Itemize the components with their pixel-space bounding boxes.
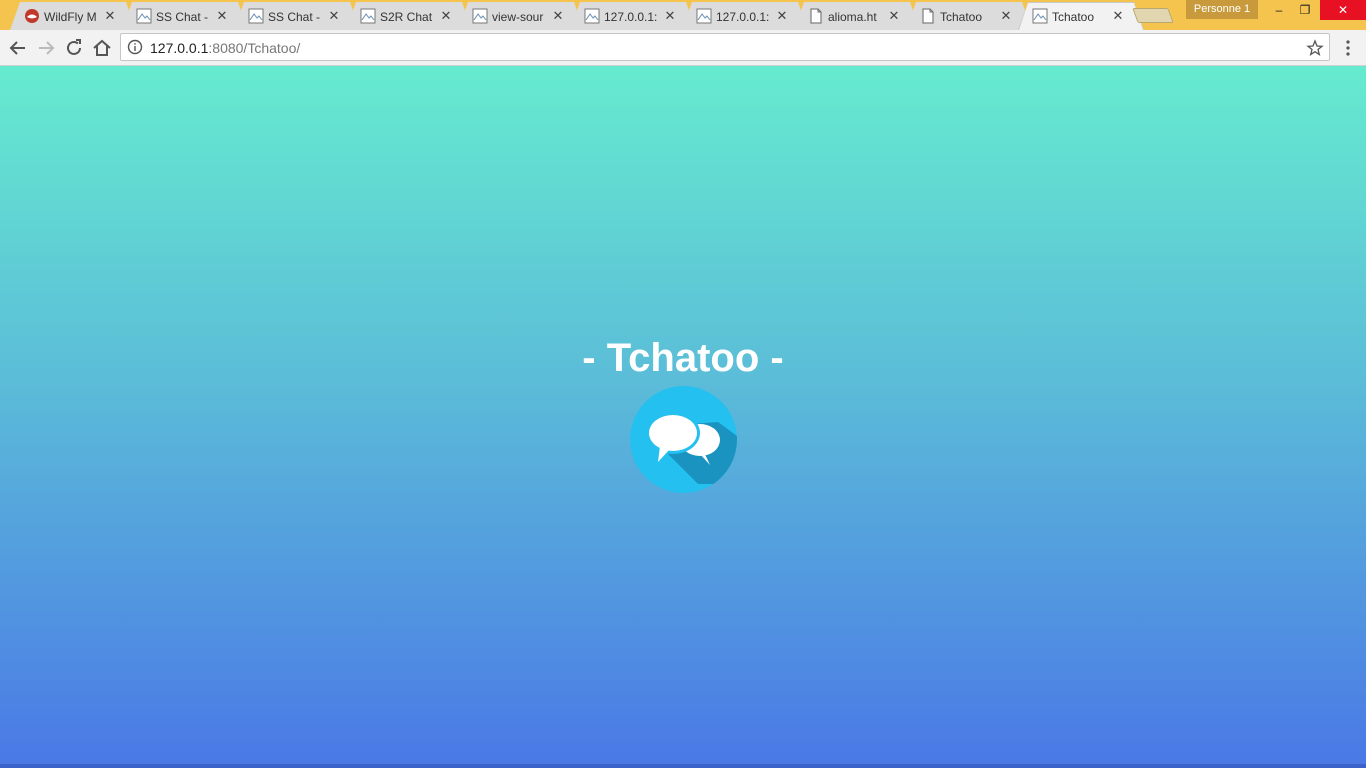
document-icon: [922, 8, 934, 24]
tab-label: SS Chat -: [156, 10, 209, 24]
tab-close-icon[interactable]: ✕: [438, 8, 454, 24]
page-title: - Tchatoo -: [582, 336, 784, 380]
forward-arrow-icon[interactable]: [34, 36, 58, 60]
back-arrow-icon[interactable]: [6, 36, 30, 60]
tab-close-icon[interactable]: ✕: [774, 8, 790, 24]
tab-ss-chat-1[interactable]: SS Chat - ✕: [122, 2, 248, 30]
page-thumbnail-icon: [136, 8, 152, 24]
tab-alioma[interactable]: alioma.ht ✕: [794, 2, 920, 30]
tab-label: S2R Chat: [380, 10, 433, 24]
tab-label: alioma.ht: [828, 10, 877, 24]
browser-toolbar: 127.0.0.1:8080/Tchatoo/: [0, 30, 1366, 66]
tab-label: 127.0.0.1:: [716, 10, 770, 24]
tab-strip: WildFly M ✕ SS Chat - ✕ SS Chat - ✕ S2R …: [10, 2, 1190, 30]
tab-close-icon[interactable]: ✕: [214, 8, 230, 24]
home-icon[interactable]: [90, 36, 114, 60]
new-tab-button[interactable]: [1132, 8, 1174, 23]
page-thumbnail-icon: [696, 8, 712, 24]
bookmark-star-icon[interactable]: [1306, 39, 1324, 57]
info-icon[interactable]: [127, 39, 143, 55]
page-thumbnail-icon: [248, 8, 264, 24]
browser-titlebar: WildFly M ✕ SS Chat - ✕ SS Chat - ✕ S2R …: [0, 0, 1366, 30]
chat-bubbles-icon: [630, 386, 737, 493]
minimize-button[interactable]: –: [1266, 0, 1292, 20]
tab-view-source[interactable]: view-sour ✕: [458, 2, 584, 30]
tab-label: Tchatoo: [1052, 10, 1095, 24]
address-url[interactable]: 127.0.0.1:8080/Tchatoo/: [150, 40, 300, 56]
page-content: - Tchatoo -: [0, 66, 1366, 768]
page-thumbnail-icon: [360, 8, 376, 24]
tab-ss-chat-2[interactable]: SS Chat - ✕: [234, 2, 360, 30]
document-icon: [810, 8, 822, 24]
restore-button[interactable]: ❐: [1292, 0, 1318, 20]
tab-label: SS Chat -: [268, 10, 321, 24]
menu-dots-icon[interactable]: [1340, 36, 1356, 60]
page-thumbnail-icon: [584, 8, 600, 24]
profile-button[interactable]: Personne 1: [1186, 0, 1258, 19]
url-path: :8080/Tchatoo/: [208, 40, 301, 56]
tab-close-icon[interactable]: ✕: [326, 8, 342, 24]
tab-localhost-2[interactable]: 127.0.0.1: ✕: [682, 2, 808, 30]
tab-close-icon[interactable]: ✕: [550, 8, 566, 24]
tab-label: Tchatoo: [940, 10, 983, 24]
tab-tchatoo-doc[interactable]: Tchatoo ✕: [906, 2, 1032, 30]
taskbar-edge: [0, 764, 1366, 768]
tab-label: view-sour: [492, 10, 544, 24]
tab-s2r-chat[interactable]: S2R Chat ✕: [346, 2, 472, 30]
tab-close-icon[interactable]: ✕: [886, 8, 902, 24]
close-window-button[interactable]: ✕: [1320, 0, 1366, 20]
tab-tchatoo-active[interactable]: Tchatoo ✕: [1018, 2, 1144, 30]
tab-label: WildFly M: [44, 10, 97, 24]
tab-wildfly[interactable]: WildFly M ✕: [10, 2, 136, 30]
tab-label: 127.0.0.1:: [604, 10, 658, 24]
page-thumbnail-icon: [472, 8, 488, 24]
tab-close-icon[interactable]: ✕: [102, 8, 118, 24]
tab-localhost-1[interactable]: 127.0.0.1: ✕: [570, 2, 696, 30]
tab-close-icon[interactable]: ✕: [1110, 8, 1126, 24]
reload-icon[interactable]: [62, 36, 86, 60]
wildfly-icon: [25, 9, 39, 23]
tab-close-icon[interactable]: ✕: [662, 8, 678, 24]
page-thumbnail-icon: [1032, 8, 1048, 24]
url-host: 127.0.0.1: [150, 40, 209, 56]
tab-close-icon[interactable]: ✕: [998, 8, 1014, 24]
address-bar[interactable]: 127.0.0.1:8080/Tchatoo/: [120, 33, 1330, 61]
